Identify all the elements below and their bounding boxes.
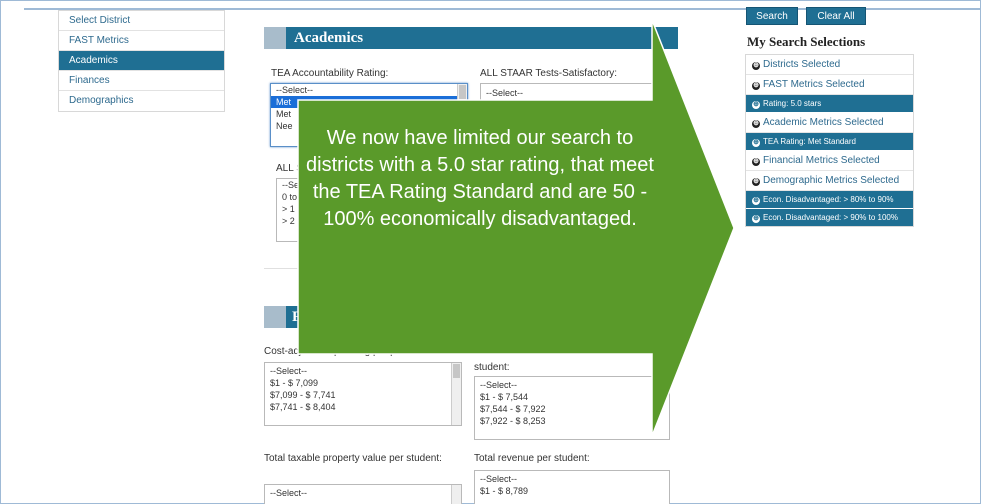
listbox-scrollbar[interactable] [451, 485, 461, 504]
total-revenue-label: Total revenue per student: [474, 453, 590, 464]
search-selections-title: My Search Selections [747, 34, 866, 49]
selection-row-label: Academic Metrics Selected [763, 117, 884, 128]
filter-chip-econ-80-90[interactable]: ⊕ Econ. Disadvantaged: > 80% to 90% [746, 191, 913, 209]
search-selections-list: ⊕ Districts Selected ⊕ FAST Metrics Select… [745, 54, 914, 227]
student-spending-listbox[interactable]: --Select-- $1 - $ 7,544 $7,544 - $ 7,922… [474, 376, 670, 440]
listbox-option[interactable]: $1 - $ 8,789 [475, 485, 669, 497]
nav-item-select-district[interactable]: Select District [59, 11, 224, 31]
filter-chip-label: Rating: 5.0 stars [763, 99, 822, 108]
remove-circle-icon: ⊕ [752, 101, 760, 109]
left-nav: Select District FAST Metrics Academics F… [58, 10, 225, 112]
listbox-option[interactable]: --Select-- [265, 487, 461, 499]
nav-item-demographics[interactable]: Demographics [59, 91, 224, 111]
selection-row-demographic-metrics[interactable]: ⊕ Demographic Metrics Selected [746, 171, 913, 191]
selection-row-label: Financial Metrics Selected [763, 155, 880, 166]
selection-row-districts[interactable]: ⊕ Districts Selected [746, 55, 913, 75]
listbox-option[interactable]: $1 - $ 7,099 [265, 377, 461, 389]
staar-listbox[interactable]: --Select-- [480, 83, 670, 105]
all-staar-label: ALL S [276, 163, 303, 174]
finances-title: F [292, 309, 302, 325]
taxable-value-label: Total taxable property value per student… [264, 453, 442, 464]
plus-circle-icon: ⊕ [752, 178, 760, 186]
plus-circle-icon: ⊕ [752, 158, 760, 166]
listbox-option[interactable]: $7,922 - $ 8,253 [475, 415, 669, 427]
listbox-option[interactable]: --Select-- [271, 84, 467, 96]
remove-circle-icon: ⊕ [752, 139, 760, 147]
staar-label: ALL STAAR Tests-Satisfactory: [480, 68, 618, 79]
taxable-value-listbox[interactable]: --Select-- [264, 484, 462, 504]
filter-chip-econ-90-100[interactable]: ⊕ Econ. Disadvantaged: > 90% to 100% [746, 209, 913, 226]
search-button[interactable]: Search [746, 7, 798, 25]
remove-circle-icon: ⊕ [752, 215, 760, 223]
listbox-scrollbar[interactable] [451, 363, 461, 425]
listbox-option[interactable]: --Select-- [265, 365, 461, 377]
listbox-option[interactable]: $7,099 - $ 7,741 [265, 389, 461, 401]
nav-item-fast-metrics[interactable]: FAST Metrics [59, 31, 224, 51]
selection-row-label: FAST Metrics Selected [763, 79, 865, 90]
listbox-option[interactable]: Met [271, 108, 467, 120]
scrollbar-thumb[interactable] [453, 364, 460, 378]
filter-chip-label: TEA Rating: Met Standard [763, 137, 856, 146]
listbox-option[interactable]: $7,544 - $ 7,922 [475, 403, 669, 415]
listbox-option-selected[interactable]: Met [271, 96, 467, 108]
total-revenue-listbox[interactable]: --Select-- $1 - $ 8,789 [474, 470, 670, 504]
filter-chip-label: Econ. Disadvantaged: > 80% to 90% [763, 195, 894, 204]
selection-row-academic-metrics[interactable]: ⊕ Academic Metrics Selected [746, 113, 913, 133]
scrollbar-thumb[interactable] [459, 85, 466, 99]
section-divider [264, 268, 414, 269]
academics-title: Academics [294, 30, 364, 46]
cost-adjusted-label: Cost-adjusted operating per pu [264, 346, 402, 357]
selection-row-label: Demographic Metrics Selected [763, 175, 900, 186]
cost-adjusted-listbox[interactable]: --Select-- $1 - $ 7,099 $7,099 - $ 7,741… [264, 362, 462, 426]
nav-item-finances[interactable]: Finances [59, 71, 224, 91]
filter-chip-label: Econ. Disadvantaged: > 90% to 100% [763, 213, 898, 222]
listbox-option[interactable]: --Select-- [481, 84, 669, 98]
clear-all-button[interactable]: Clear All [806, 7, 866, 25]
selection-row-financial-metrics[interactable]: ⊕ Financial Metrics Selected [746, 151, 913, 171]
finances-section-header: F [264, 306, 324, 328]
nav-item-academics[interactable]: Academics [59, 51, 224, 71]
plus-circle-icon: ⊕ [752, 62, 760, 70]
student-label: student: [474, 362, 510, 373]
section-tab-marker [264, 306, 286, 328]
listbox-option[interactable]: --Select-- [475, 379, 669, 391]
tea-rating-label: TEA Accountability Rating: [271, 68, 389, 79]
selection-row-fast-metrics[interactable]: ⊕ FAST Metrics Selected [746, 75, 913, 95]
listbox-option[interactable]: $7,741 - $ 8,404 [265, 401, 461, 413]
filter-chip-tea-rating[interactable]: ⊕ TEA Rating: Met Standard [746, 133, 913, 151]
remove-circle-icon: ⊕ [752, 197, 760, 205]
selection-row-label: Districts Selected [763, 59, 841, 70]
filter-chip-rating[interactable]: ⊕ Rating: 5.0 stars [746, 95, 913, 113]
section-tab-marker [264, 27, 286, 49]
listbox-option[interactable]: --Select-- [475, 473, 669, 485]
plus-circle-icon: ⊕ [752, 82, 760, 90]
listbox-option[interactable]: $1 - $ 7,544 [475, 391, 669, 403]
plus-circle-icon: ⊕ [752, 120, 760, 128]
callout-text: We now have limited our search to distri… [306, 127, 654, 230]
academics-section-header: Academics [264, 27, 678, 49]
